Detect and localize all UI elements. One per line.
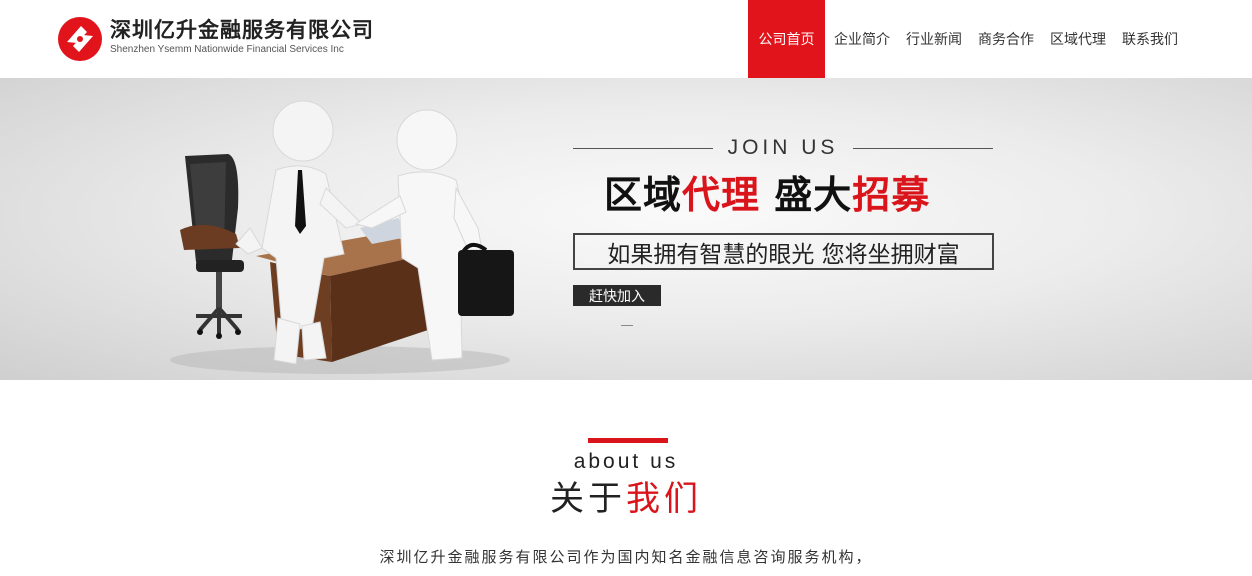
main-nav: 公司首页 企业简介 行业新闻 商务合作 区域代理 联系我们 xyxy=(748,0,1186,78)
banner-slogan: 如果拥有智慧的眼光 您将坐拥财富 xyxy=(573,233,994,270)
about-title-part-1: 关于 xyxy=(550,479,626,519)
join-us-row: JOIN US xyxy=(573,136,993,160)
about-description: 深圳亿升金融服务有限公司作为国内知名金融信息咨询服务机构， xyxy=(379,548,873,566)
join-now-button[interactable]: 赶快加入 xyxy=(573,285,661,306)
site-header: 深圳亿升金融服务有限公司 Shenzhen Ysemm Nationwide F… xyxy=(0,0,1252,78)
company-name-en: Shenzhen Ysemm Nationwide Financial Serv… xyxy=(110,44,344,55)
about-accent-bar xyxy=(588,438,668,443)
banner-indicator[interactable] xyxy=(621,325,633,326)
nav-item-profile[interactable]: 企业简介 xyxy=(826,0,898,78)
company-logo-icon[interactable] xyxy=(57,16,103,62)
divider-line-right xyxy=(853,148,993,149)
logo-text[interactable]: 深圳亿升金融服务有限公司 Shenzhen Ysemm Nationwide F… xyxy=(110,18,374,57)
about-title-en: about us xyxy=(573,450,679,473)
about-title-cn: 关于我们 xyxy=(0,478,1252,520)
headline-part-2: 代理 xyxy=(682,173,761,217)
nav-item-cooperation[interactable]: 商务合作 xyxy=(970,0,1042,78)
headline-part-3: 盛大 xyxy=(774,173,853,217)
nav-item-agency[interactable]: 区域代理 xyxy=(1042,0,1114,78)
nav-item-news[interactable]: 行业新闻 xyxy=(898,0,970,78)
company-name-cn: 深圳亿升金融服务有限公司 xyxy=(110,18,374,42)
banner-headline: 区域代理 盛大招募 xyxy=(604,172,930,218)
headline-part-1: 区域 xyxy=(604,173,683,217)
nav-item-contact[interactable]: 联系我们 xyxy=(1114,0,1186,78)
briefcase xyxy=(458,242,514,316)
about-title-part-2: 我们 xyxy=(626,479,702,519)
handshake-illustration xyxy=(170,100,514,374)
headline-part-4: 招募 xyxy=(852,173,931,217)
nav-item-home[interactable]: 公司首页 xyxy=(748,0,825,78)
office-chair xyxy=(180,154,244,339)
hero-banner[interactable]: JOIN US 区域代理 盛大招募 如果拥有智慧的眼光 您将坐拥财富 赶快加入 xyxy=(0,78,1252,380)
